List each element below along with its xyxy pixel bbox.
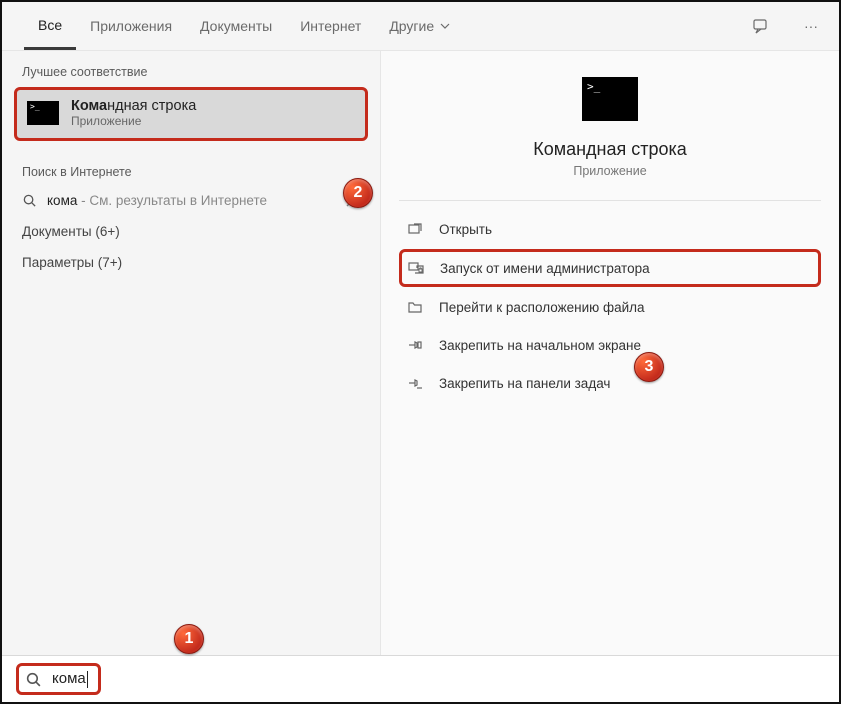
more-icon[interactable]: ··· <box>797 12 825 40</box>
tab-internet[interactable]: Интернет <box>286 2 375 50</box>
preview-sub: Приложение <box>399 164 821 178</box>
pin-taskbar-icon <box>405 373 425 393</box>
tab-other[interactable]: Другие <box>375 2 464 50</box>
best-match-title-rest: ндная строка <box>107 98 196 114</box>
admin-icon <box>406 258 426 278</box>
action-run-admin[interactable]: Запуск от имени администратора <box>399 249 821 287</box>
search-window: Все Приложения Документы Интернет Другие… <box>0 0 841 704</box>
cmd-icon-large <box>582 77 638 121</box>
annotation-badge-3: 3 <box>634 352 664 382</box>
best-match-title: Командная строка <box>71 98 196 114</box>
internet-suffix: - См. результаты в Интернете <box>77 193 267 208</box>
content-split: Лучшее соответствие Командная строка При… <box>2 50 839 656</box>
divider <box>399 200 821 201</box>
action-run-admin-label: Запуск от имени администратора <box>440 261 650 276</box>
tabs-bar: Все Приложения Документы Интернет Другие… <box>2 2 839 50</box>
search-input-wrap[interactable]: кома <box>16 663 101 695</box>
cmd-icon <box>27 101 59 125</box>
best-match-sub: Приложение <box>71 114 196 128</box>
parameters-group[interactable]: Параметры (7+) <box>2 247 380 278</box>
action-pin-taskbar[interactable]: Закрепить на панели задач <box>399 365 821 401</box>
search-bar[interactable]: кома <box>2 656 839 702</box>
feedback-icon[interactable] <box>747 12 775 40</box>
action-goto-location-label: Перейти к расположению файла <box>439 300 645 315</box>
actions-list: Открыть Запуск от имени администратора П… <box>399 211 821 401</box>
best-match-title-bold: Кома <box>71 98 107 114</box>
action-goto-location[interactable]: Перейти к расположению файла <box>399 289 821 325</box>
search-query: кома <box>52 670 86 687</box>
pin-start-icon <box>405 335 425 355</box>
internet-result-text: кома - См. результаты в Интернете <box>47 193 334 208</box>
chevron-down-icon <box>440 21 450 31</box>
best-match-item[interactable]: Командная строка Приложение <box>14 87 368 141</box>
internet-result-item[interactable]: кома - См. результаты в Интернете <box>2 185 380 216</box>
tab-documents[interactable]: Документы <box>186 2 286 50</box>
internet-query: кома <box>47 193 77 208</box>
text-caret <box>87 671 88 688</box>
open-icon <box>405 219 425 239</box>
search-icon <box>22 193 37 208</box>
search-input[interactable]: кома <box>52 670 88 688</box>
internet-search-header: Поиск в Интернете <box>2 151 380 185</box>
action-pin-start-label: Закрепить на начальном экране <box>439 338 641 353</box>
documents-group[interactable]: Документы (6+) <box>2 216 380 247</box>
action-pin-taskbar-label: Закрепить на панели задач <box>439 376 610 391</box>
action-open-label: Открыть <box>439 222 492 237</box>
folder-icon <box>405 297 425 317</box>
tab-all[interactable]: Все <box>24 2 76 50</box>
annotation-badge-1: 1 <box>174 624 204 654</box>
documents-group-label: Документы (6+) <box>22 224 360 239</box>
parameters-group-label: Параметры (7+) <box>22 255 360 270</box>
best-match-header: Лучшее соответствие <box>2 51 380 85</box>
tab-other-label: Другие <box>389 18 434 34</box>
preview-title: Командная строка <box>399 139 821 160</box>
annotation-badge-2: 2 <box>343 178 373 208</box>
search-icon <box>25 671 42 688</box>
preview-pane: Командная строка Приложение Открыть Запу… <box>380 51 839 655</box>
results-pane: Лучшее соответствие Командная строка При… <box>2 51 380 655</box>
best-match-texts: Командная строка Приложение <box>71 98 196 128</box>
tab-apps[interactable]: Приложения <box>76 2 186 50</box>
action-open[interactable]: Открыть <box>399 211 821 247</box>
action-pin-start[interactable]: Закрепить на начальном экране <box>399 327 821 363</box>
